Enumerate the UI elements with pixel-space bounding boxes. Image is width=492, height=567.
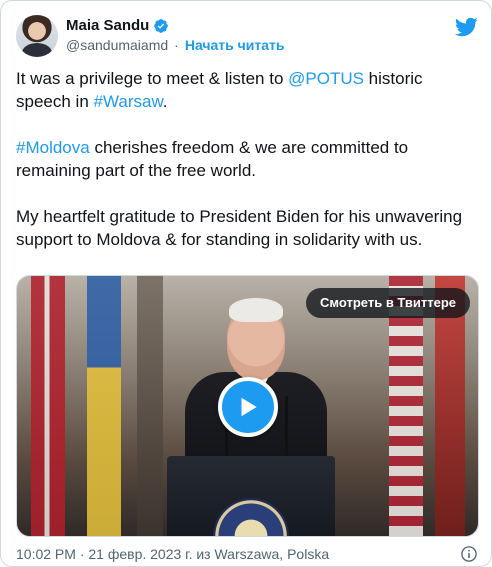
hashtag-link[interactable]: #Moldova	[16, 138, 90, 157]
play-button[interactable]	[218, 377, 278, 437]
tweet-text: It was a privilege to meet & listen to @…	[16, 67, 478, 251]
avatar[interactable]	[16, 15, 58, 57]
info-icon[interactable]	[460, 545, 478, 563]
video-player[interactable]: Смотреть в Твиттере	[16, 275, 479, 537]
tweet-text-segment: It was a privilege to meet & listen to	[16, 69, 289, 88]
tweet-footer: 10:02 PM · 21 февр. 2023 г. из Warszawa,…	[16, 544, 478, 564]
speaker-hair	[229, 298, 283, 322]
name-row: Maia Sandu	[66, 17, 284, 34]
play-icon	[241, 397, 257, 417]
tweet-embed-card: Maia Sandu @sandumaiamd · Начать читать …	[0, 0, 492, 567]
tweet-paragraph: My heartfelt gratitude to President Bide…	[16, 205, 478, 251]
tweet-text-segment: My heartfelt gratitude to President Bide…	[16, 207, 463, 249]
mention-link[interactable]: @POTUS	[288, 69, 364, 88]
author-name[interactable]: Maia Sandu	[66, 17, 149, 34]
avatar-shoulders	[22, 43, 52, 57]
handle-row: @sandumaiamd · Начать читать	[66, 37, 284, 53]
watch-on-twitter-button[interactable]: Смотреть в Твиттере	[306, 288, 470, 318]
timestamp[interactable]: 10:02 PM · 21 февр. 2023 г. из Warszawa,…	[16, 546, 329, 562]
hashtag-link[interactable]: #Warsaw	[94, 92, 163, 111]
flag-ukraine	[87, 276, 121, 536]
separator-dot: ·	[174, 37, 179, 53]
follow-button[interactable]: Начать читать	[185, 37, 285, 53]
tweet-paragraph: It was a privilege to meet & listen to @…	[16, 67, 478, 113]
tweet-text-segment: .	[162, 92, 168, 111]
twitter-bird-icon[interactable]	[454, 15, 478, 39]
tweet-paragraph: #Moldova cherishes freedom & we are comm…	[16, 136, 478, 182]
tweet-header: Maia Sandu @sandumaiamd · Начать читать	[16, 15, 478, 59]
flag-left	[31, 276, 65, 536]
author-block: Maia Sandu @sandumaiamd · Начать читать	[66, 17, 284, 53]
verified-badge-icon	[154, 18, 169, 33]
author-handle[interactable]: @sandumaiamd	[66, 37, 168, 53]
flag-left-2	[137, 276, 163, 536]
